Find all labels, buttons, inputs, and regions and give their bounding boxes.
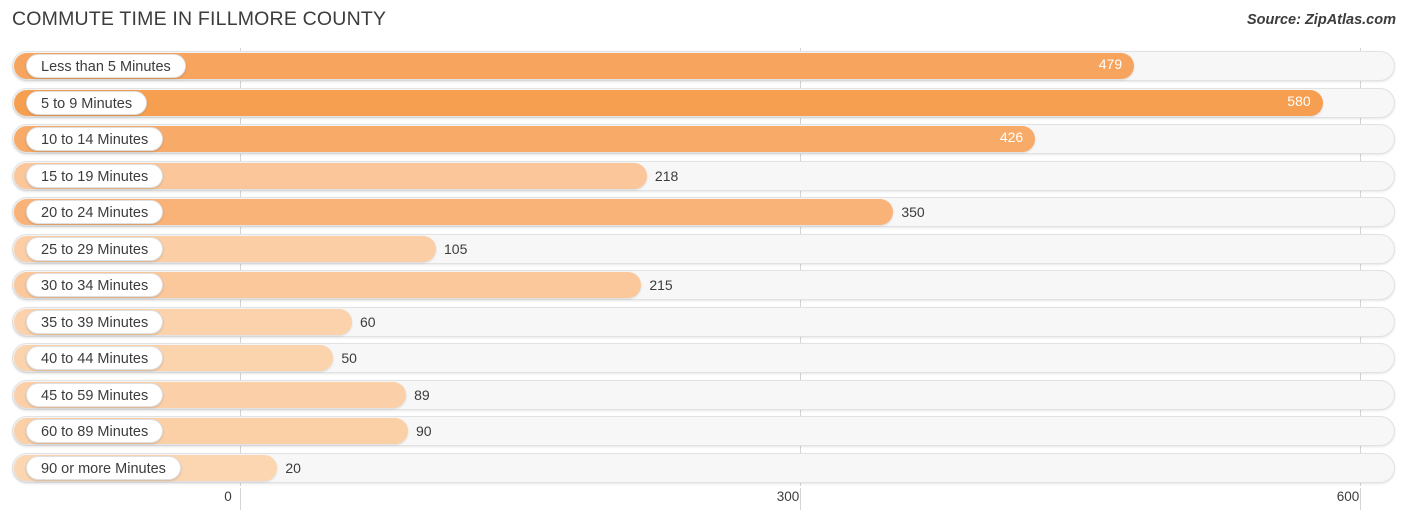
axis-tick-label: 300: [776, 489, 800, 504]
bar-fill[interactable]: [14, 89, 1323, 116]
bar-value-label: 479: [1098, 56, 1123, 72]
bar-value-label: 20: [285, 459, 301, 476]
axis-tick-mark: [800, 488, 801, 510]
bar-category-label: 20 to 24 Minutes: [26, 200, 164, 224]
chart-plot-area: Less than 5 Minutes 479 5 to 9 Minutes 580 1…: [0, 48, 1406, 488]
axis-tick-mark: [1360, 488, 1361, 510]
bar-row[interactable]: Less than 5 Minutes 479: [12, 51, 1395, 81]
bar-row[interactable]: 90 or more Minutes 20: [12, 452, 1395, 483]
bar-category-label: 30 to 34 Minutes: [26, 273, 164, 297]
bar-row[interactable]: 60 to 89 Minutes 90: [12, 416, 1395, 446]
bar-value-label: 50: [341, 350, 357, 366]
bar-row[interactable]: 30 to 34 Minutes 215: [12, 270, 1395, 300]
bar-value-label: 90: [416, 423, 432, 439]
bar-value-label: 105: [444, 240, 468, 257]
x-axis: 0 300 600: [0, 488, 1406, 522]
bar-category-label: Less than 5 Minutes: [26, 54, 186, 78]
bar-category-label: 40 to 44 Minutes: [26, 346, 164, 370]
bar-category-label: 10 to 14 Minutes: [26, 127, 164, 151]
bar-row[interactable]: 15 to 19 Minutes 218: [12, 160, 1395, 191]
bar-fill[interactable]: [14, 126, 1036, 152]
page-title: COMMUTE TIME IN FILLMORE COUNTY: [12, 8, 387, 30]
bar-row[interactable]: 45 to 59 Minutes 89: [12, 379, 1395, 410]
axis-tick-label: 0: [224, 489, 232, 504]
bar-value-label: 580: [1287, 92, 1311, 109]
bar-category-label: 15 to 19 Minutes: [26, 163, 164, 188]
bar-category-label: 45 to 59 Minutes: [26, 382, 164, 407]
source-attribution: Source: ZipAtlas.com: [1246, 12, 1396, 28]
bar-row[interactable]: 40 to 44 Minutes 50: [12, 343, 1395, 373]
bar-category-label: 90 or more Minutes: [26, 455, 181, 480]
bar-value-label: 218: [654, 167, 679, 184]
axis-tick-label: 600: [1336, 489, 1360, 504]
bar-category-label: 60 to 89 Minutes: [26, 419, 164, 443]
bar-row[interactable]: 35 to 39 Minutes 60: [12, 306, 1395, 337]
bar-value-label: 215: [649, 277, 673, 293]
axis-tick-mark: [240, 488, 241, 510]
bar-value-label: 60: [360, 313, 376, 330]
bar-row[interactable]: 20 to 24 Minutes 350: [12, 197, 1395, 227]
bar-row[interactable]: 5 to 9 Minutes 580: [12, 87, 1395, 118]
bar-category-label: 5 to 9 Minutes: [26, 90, 148, 115]
bar-value-label: 350: [901, 204, 925, 220]
bar-row[interactable]: 25 to 29 Minutes 105: [12, 233, 1395, 264]
bar-category-label: 25 to 29 Minutes: [26, 236, 164, 261]
bar-value-label: 89: [414, 386, 430, 403]
bar-row[interactable]: 10 to 14 Minutes 426: [12, 124, 1395, 154]
bar-value-label: 426: [999, 129, 1024, 145]
bar-category-label: 35 to 39 Minutes: [26, 309, 164, 334]
